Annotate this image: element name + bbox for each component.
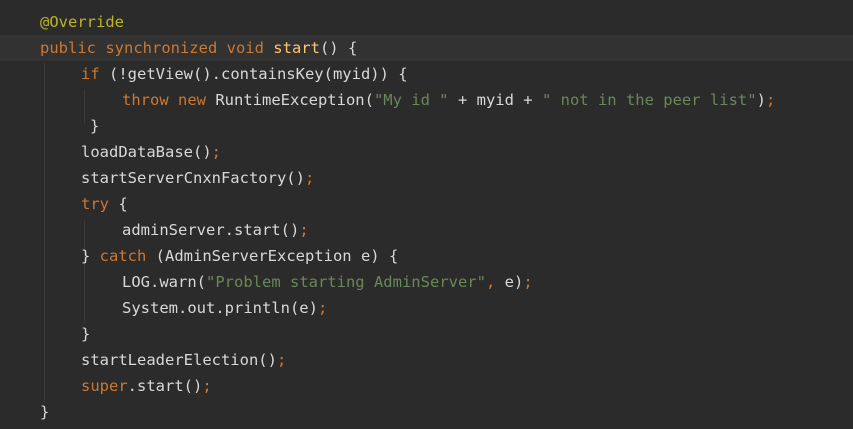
code-token-punct: ; bbox=[304, 169, 315, 187]
code-line-content: startLeaderElection(); bbox=[81, 347, 286, 373]
code-line-content: super.start(); bbox=[81, 373, 212, 399]
code-token-string: "Problem starting AdminServer" bbox=[206, 273, 486, 291]
code-token-plain: { bbox=[109, 195, 128, 213]
code-token-plain: startLeaderElection() bbox=[81, 351, 277, 369]
code-token-keyword: if bbox=[81, 65, 100, 83]
code-token-keyword: catch bbox=[99, 247, 147, 265]
code-token-plain: e) bbox=[504, 273, 524, 291]
code-token-plain: } bbox=[90, 117, 100, 135]
code-line-content: System.out.println(e); bbox=[122, 295, 327, 321]
code-token-plain: System.out.println(e) bbox=[122, 299, 318, 317]
code-token-string: " not in the peer list" bbox=[541, 91, 757, 109]
code-token-punct: ; bbox=[317, 299, 328, 317]
code-token-annotation: @Override bbox=[40, 13, 124, 31]
code-line-content: if (!getView().containsKey(myid)) { bbox=[81, 61, 408, 87]
code-token-method-decl: start bbox=[273, 39, 320, 57]
code-token-plain: adminServer.start() bbox=[122, 221, 300, 239]
code-token-plain: } bbox=[81, 325, 91, 343]
code-token-plain: loadDataBase() bbox=[81, 143, 212, 161]
code-token-plain: .start() bbox=[127, 377, 203, 395]
code-line-content: public synchronized void start() { bbox=[40, 35, 357, 61]
code-token-plain: } bbox=[40, 403, 50, 421]
code-token-plain: (AdminServerException e) { bbox=[146, 247, 399, 265]
code-line-content: startServerCnxnFactory(); bbox=[81, 165, 314, 191]
code-token-plain: () { bbox=[319, 39, 358, 57]
code-token-punct: ; bbox=[299, 221, 309, 239]
code-token-keyword: try bbox=[81, 195, 109, 213]
code-token-punct: , bbox=[485, 273, 505, 291]
code-token-plain: startServerCnxnFactory() bbox=[81, 169, 305, 187]
code-line-content: loadDataBase(); bbox=[81, 139, 221, 165]
code-token-punct: ; bbox=[523, 273, 533, 291]
code-line-content: adminServer.start(); bbox=[122, 217, 309, 243]
code-line-content: } bbox=[90, 113, 99, 139]
code-token-punct: ; bbox=[276, 351, 287, 369]
code-token-plain: + myid + bbox=[448, 91, 542, 109]
code-line-content: throw new RuntimeException("My id " + my… bbox=[122, 87, 775, 113]
indent-guide bbox=[44, 62, 45, 402]
code-token-keyword: throw new bbox=[122, 91, 216, 109]
code-line-content: } bbox=[40, 399, 49, 425]
code-token-string: "My id " bbox=[373, 91, 449, 109]
code-editor[interactable]: @Override public synchronized void start(… bbox=[0, 0, 853, 429]
code-token-punct: ; bbox=[211, 143, 221, 161]
code-token-punct: ; bbox=[202, 377, 212, 395]
code-line[interactable]: public synchronized void start() { bbox=[0, 35, 853, 61]
code-token-keyword: super bbox=[81, 377, 128, 395]
code-line-content: } bbox=[81, 321, 90, 347]
code-line-content: LOG.warn("Problem starting AdminServer",… bbox=[122, 269, 533, 295]
code-token-punct: ; bbox=[765, 91, 776, 109]
code-line-content: @Override bbox=[40, 9, 124, 35]
code-token-plain: ) bbox=[756, 91, 766, 109]
code-token-plain: LOG.warn( bbox=[122, 273, 206, 291]
indent-guide bbox=[84, 220, 85, 324]
code-token-plain: } bbox=[81, 247, 100, 265]
code-token-keyword: public synchronized void bbox=[40, 39, 274, 57]
code-line-content: } catch (AdminServerException e) { bbox=[81, 243, 398, 269]
code-token-plain: RuntimeException( bbox=[215, 91, 374, 109]
indent-guide bbox=[84, 90, 85, 124]
code-line-content: try { bbox=[81, 191, 128, 217]
code-token-plain: (!getView().containsKey(myid)) { bbox=[99, 65, 408, 83]
